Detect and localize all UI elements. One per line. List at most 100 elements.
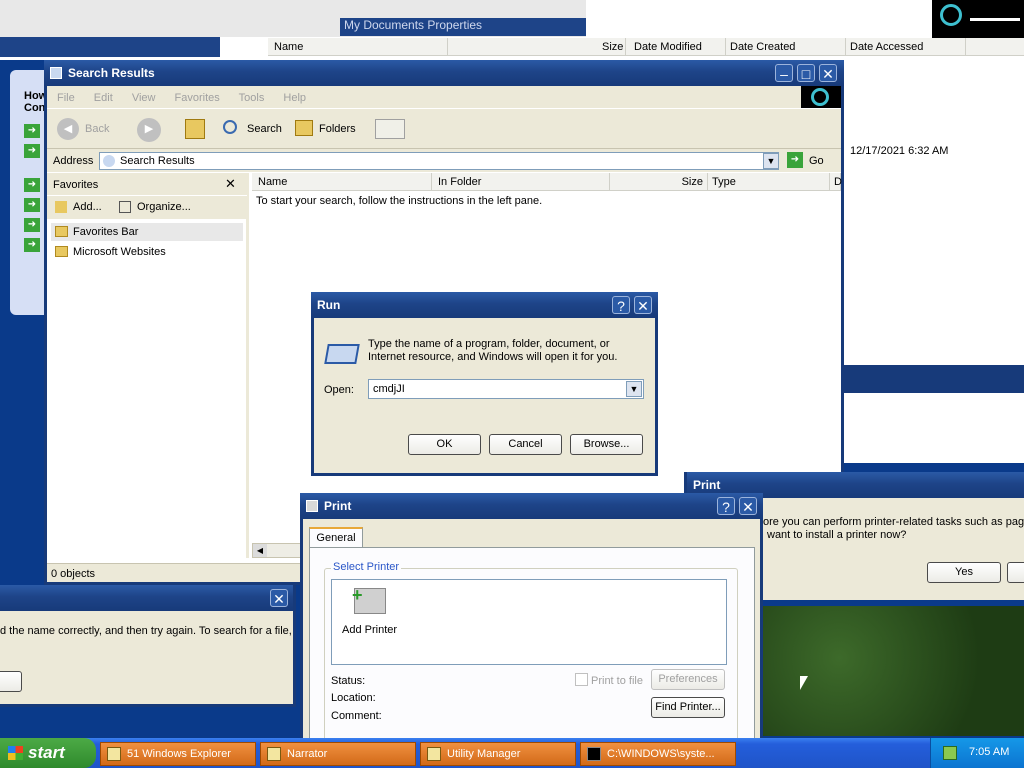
close-button[interactable]: ✕	[634, 296, 652, 314]
favorites-close-icon[interactable]: ✕	[225, 176, 236, 192]
print-to-file-checkbox[interactable]	[575, 673, 588, 686]
search-results-titlebar[interactable]: Search Results	[44, 60, 844, 86]
close-button[interactable]: ✕	[739, 497, 757, 515]
menu-favorites[interactable]: Favorites	[175, 92, 220, 104]
details-right-panel: 12/17/2021 6:32 AM	[842, 60, 1024, 365]
search-button[interactable]: Search	[221, 118, 291, 142]
up-folder-icon[interactable]	[185, 119, 205, 139]
column-in-folder[interactable]: In Folder	[434, 173, 610, 191]
arrow-icon[interactable]: ➜	[24, 178, 40, 192]
print-dialog: Print ? ✕ General Select Printer + Add P…	[300, 493, 763, 743]
organize-icon	[119, 201, 131, 214]
task-utility-manager[interactable]: Utility Manager	[420, 742, 576, 766]
arrow-icon[interactable]: ➜	[24, 198, 40, 212]
close-button[interactable]: ✕	[270, 589, 288, 607]
date-accessed-value: 12/17/2021 6:32 AM	[850, 145, 949, 157]
views-button[interactable]	[375, 119, 405, 139]
close-button[interactable]: ✕	[819, 64, 837, 82]
maximize-button[interactable]: □	[797, 64, 815, 82]
yes-button[interactable]: Yes	[927, 562, 1001, 583]
add-printer-item[interactable]: + Add Printer	[340, 586, 400, 640]
find-printer-button[interactable]: Find Printer...	[651, 697, 725, 718]
error-ok-button[interactable]	[0, 671, 22, 692]
utility-manager-icon	[427, 747, 441, 761]
task-windows-explorer[interactable]: 51 Windows Explorer	[100, 742, 256, 766]
column-date-modified[interactable]: Date Modified	[630, 38, 726, 56]
help-button[interactable]: ?	[717, 497, 735, 515]
favorites-item-bar[interactable]: Favorites Bar	[51, 223, 243, 241]
narrator-icon	[267, 747, 281, 761]
column-type[interactable]: Type	[708, 173, 830, 191]
browse-button[interactable]: Browse...	[570, 434, 643, 455]
column-name[interactable]: Name	[270, 38, 448, 56]
close-icon	[932, 0, 1024, 38]
column-date[interactable]: D	[830, 173, 842, 191]
preferences-button[interactable]: Preferences	[651, 669, 725, 690]
task-narrator[interactable]: Narrator	[260, 742, 416, 766]
menu-view[interactable]: View	[132, 92, 156, 104]
scroll-left-icon: ◀	[253, 544, 267, 557]
add-favorite-button[interactable]: Add...	[55, 201, 102, 214]
run-dialog-titlebar[interactable]: Run	[311, 292, 658, 318]
folder-icon	[107, 747, 121, 761]
address-input[interactable]: Search Results	[99, 152, 779, 170]
plus-icon: +	[352, 585, 363, 605]
address-dropdown-button[interactable]: ▼	[763, 153, 779, 169]
error-dialog-titlebar[interactable]	[0, 585, 293, 611]
column-date-accessed[interactable]: Date Accessed	[846, 38, 966, 56]
go-button[interactable]: ➜ Go	[787, 152, 833, 170]
open-dropdown-icon[interactable]: ▼	[626, 381, 642, 397]
column-date-created[interactable]: Date Created	[726, 38, 846, 56]
favorites-header: Favorites ✕	[47, 173, 247, 195]
tab-general[interactable]: General	[309, 527, 363, 547]
help-button[interactable]: ?	[612, 296, 630, 314]
status-text: 0 objects	[51, 568, 96, 580]
folder-icon	[55, 246, 68, 257]
start-button[interactable]: start	[0, 738, 96, 768]
column-name[interactable]: Name	[254, 173, 432, 191]
arrow-icon[interactable]: ➜	[24, 238, 40, 252]
forward-button[interactable]: ▶	[137, 118, 161, 142]
select-printer-label: Select Printer	[331, 561, 402, 573]
error-dialog: ✕ d the name correctly, and then try aga…	[0, 585, 296, 707]
no-button[interactable]	[1007, 562, 1024, 583]
menu-help[interactable]: Help	[283, 92, 306, 104]
window-icon	[50, 67, 62, 79]
address-bar: Address Search Results ▼ ➜ Go	[47, 148, 841, 172]
task-command-prompt[interactable]: C:\WINDOWS\syste...	[580, 742, 736, 766]
mouse-cursor-icon	[800, 676, 808, 690]
back-button[interactable]: ◀ Back	[57, 118, 127, 142]
organize-favorites-button[interactable]: Organize...	[119, 201, 191, 214]
window-title: Search Results	[68, 66, 155, 80]
search-icon	[223, 120, 237, 134]
back-icon: ◀	[57, 118, 79, 140]
windows-logo	[801, 86, 841, 108]
favorites-title: Favorites	[53, 179, 99, 191]
network-icon[interactable]	[943, 746, 957, 760]
printer-list[interactable]: + Add Printer	[331, 579, 727, 665]
minimize-button[interactable]: –	[775, 64, 793, 82]
location-label: Location:	[331, 692, 376, 704]
open-combobox[interactable]: cmdjJI ▼	[368, 379, 644, 399]
print-prompt-line1: ore you can perform printer-related task…	[763, 516, 1024, 528]
arrow-icon[interactable]: ➜	[24, 218, 40, 232]
arrow-icon[interactable]: ➜	[24, 144, 40, 158]
menu-file[interactable]: File	[57, 92, 75, 104]
print-to-file-label: Print to file	[591, 675, 643, 687]
cancel-button[interactable]: Cancel	[489, 434, 562, 455]
favorites-item-microsoft[interactable]: Microsoft Websites	[51, 243, 243, 261]
windows-flag-icon	[8, 746, 23, 760]
print-dialog-titlebar[interactable]: Print	[300, 493, 763, 519]
background-details-window: My Documents Properties Name Size Date M…	[0, 0, 1024, 60]
column-size[interactable]: Size	[598, 38, 626, 56]
menu-tools[interactable]: Tools	[239, 92, 265, 104]
menu-edit[interactable]: Edit	[94, 92, 113, 104]
folders-button[interactable]: Folders	[295, 118, 365, 142]
status-label: Status:	[331, 675, 366, 687]
ok-button[interactable]: OK	[408, 434, 481, 455]
details-column-header: Name Size Date Modified Date Created Dat…	[268, 38, 1024, 56]
address-label: Address	[53, 155, 94, 167]
column-size[interactable]: Size	[610, 173, 708, 191]
arrow-icon[interactable]: ➜	[24, 124, 40, 138]
search-results-icon	[103, 155, 115, 167]
